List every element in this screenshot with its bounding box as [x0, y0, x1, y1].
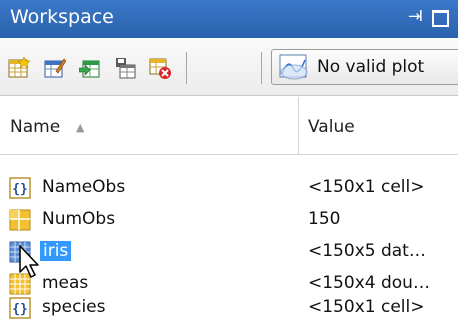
variable-name-selected: iris	[40, 241, 72, 261]
maximize-icon[interactable]	[432, 10, 449, 27]
undock-arrow-icon[interactable]: →I	[408, 7, 423, 25]
toolbar-separator	[261, 52, 262, 84]
variable-value: <150x4 dou…	[308, 273, 430, 293]
variable-value: <150x1 cell>	[308, 297, 425, 317]
table-row[interactable]: {} NameObs <150x1 cell>	[0, 172, 458, 204]
import-data-icon[interactable]	[79, 57, 101, 79]
scalar-grid-icon	[9, 209, 31, 231]
mouse-pointer-icon	[19, 245, 39, 278]
delete-variable-icon[interactable]	[149, 57, 171, 79]
save-workspace-icon[interactable]	[114, 57, 136, 79]
cell-array-icon: {}	[9, 297, 31, 319]
svg-text:{}: {}	[12, 182, 28, 197]
table-row[interactable]: iris <150x5 dat…	[0, 236, 458, 268]
svg-text:{}: {}	[12, 302, 28, 317]
cell-array-icon: {}	[9, 177, 31, 199]
name-column-header[interactable]: Name	[10, 117, 60, 137]
window-title: Workspace	[10, 6, 114, 28]
variable-name: meas	[42, 273, 89, 293]
open-variable-icon[interactable]	[44, 57, 66, 79]
value-column-header[interactable]: Value	[308, 117, 355, 137]
new-variable-icon[interactable]	[8, 57, 30, 79]
plot-preview-icon	[279, 54, 308, 80]
table-row[interactable]: {} species <150x1 cell>	[0, 292, 458, 324]
variable-value: <150x1 cell>	[308, 177, 425, 197]
plot-selector-button[interactable]: No valid plot	[271, 49, 458, 85]
variable-name: NumObs	[42, 209, 116, 229]
column-divider[interactable]	[298, 97, 299, 155]
variable-name: species	[42, 297, 106, 317]
sort-ascending-icon: ▲	[76, 121, 85, 134]
variable-value: <150x5 dat…	[308, 241, 426, 261]
variable-value: 150	[308, 209, 341, 229]
workspace-titlebar: Workspace →I	[0, 0, 458, 38]
variable-table-header: Name ▲ Value	[0, 97, 458, 155]
plot-selector-label: No valid plot	[317, 57, 425, 77]
workspace-toolbar: No valid plot	[0, 38, 458, 96]
toolbar-separator	[186, 52, 187, 84]
table-row[interactable]: NumObs 150	[0, 204, 458, 236]
variable-name: NameObs	[42, 177, 126, 197]
